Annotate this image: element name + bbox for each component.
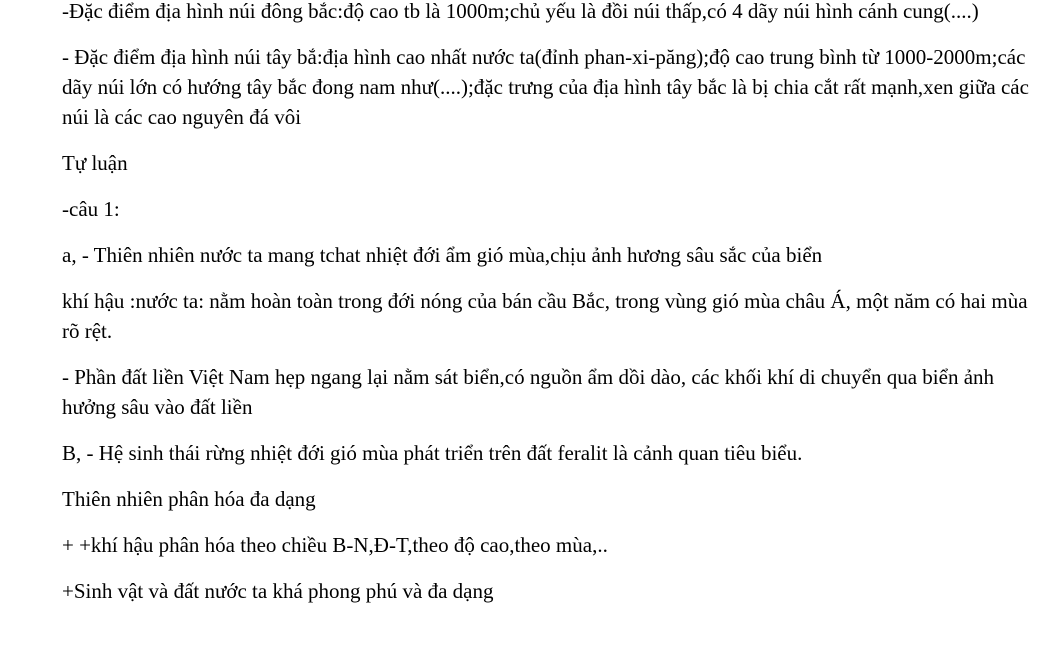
- paragraph-northwest-terrain: - Đặc điểm địa hình núi tây bắ:địa hình …: [62, 45, 1029, 129]
- paragraph-answer-a: a, - Thiên nhiên nước ta mang tchat nhiệ…: [62, 243, 823, 267]
- document-body: -Đặc điểm địa hình núi đông bắc:độ cao t…: [62, 0, 1042, 606]
- paragraph-nature-diversity: Thiên nhiên phân hóa đa dạng: [62, 487, 316, 511]
- paragraph-climate-differentiation: + +khí hậu phân hóa theo chiều B-N,Đ-T,t…: [62, 533, 608, 557]
- paragraph-biodiversity: +Sinh vật và đất nước ta khá phong phú v…: [62, 579, 494, 603]
- section-heading-essay: Tự luận: [62, 151, 128, 175]
- paragraph-answer-b: B, - Hệ sinh thái rừng nhiệt đới gió mùa…: [62, 441, 803, 465]
- question-1-label: -câu 1:: [62, 197, 120, 221]
- paragraph-mainland: - Phần đất liền Việt Nam hẹp ngang lại n…: [62, 365, 995, 419]
- paragraph-climate: khí hậu :nước ta: nằm hoàn toàn trong đớ…: [62, 289, 1028, 343]
- paragraph-northeast-terrain: -Đặc điểm địa hình núi đông bắc:độ cao t…: [62, 0, 979, 23]
